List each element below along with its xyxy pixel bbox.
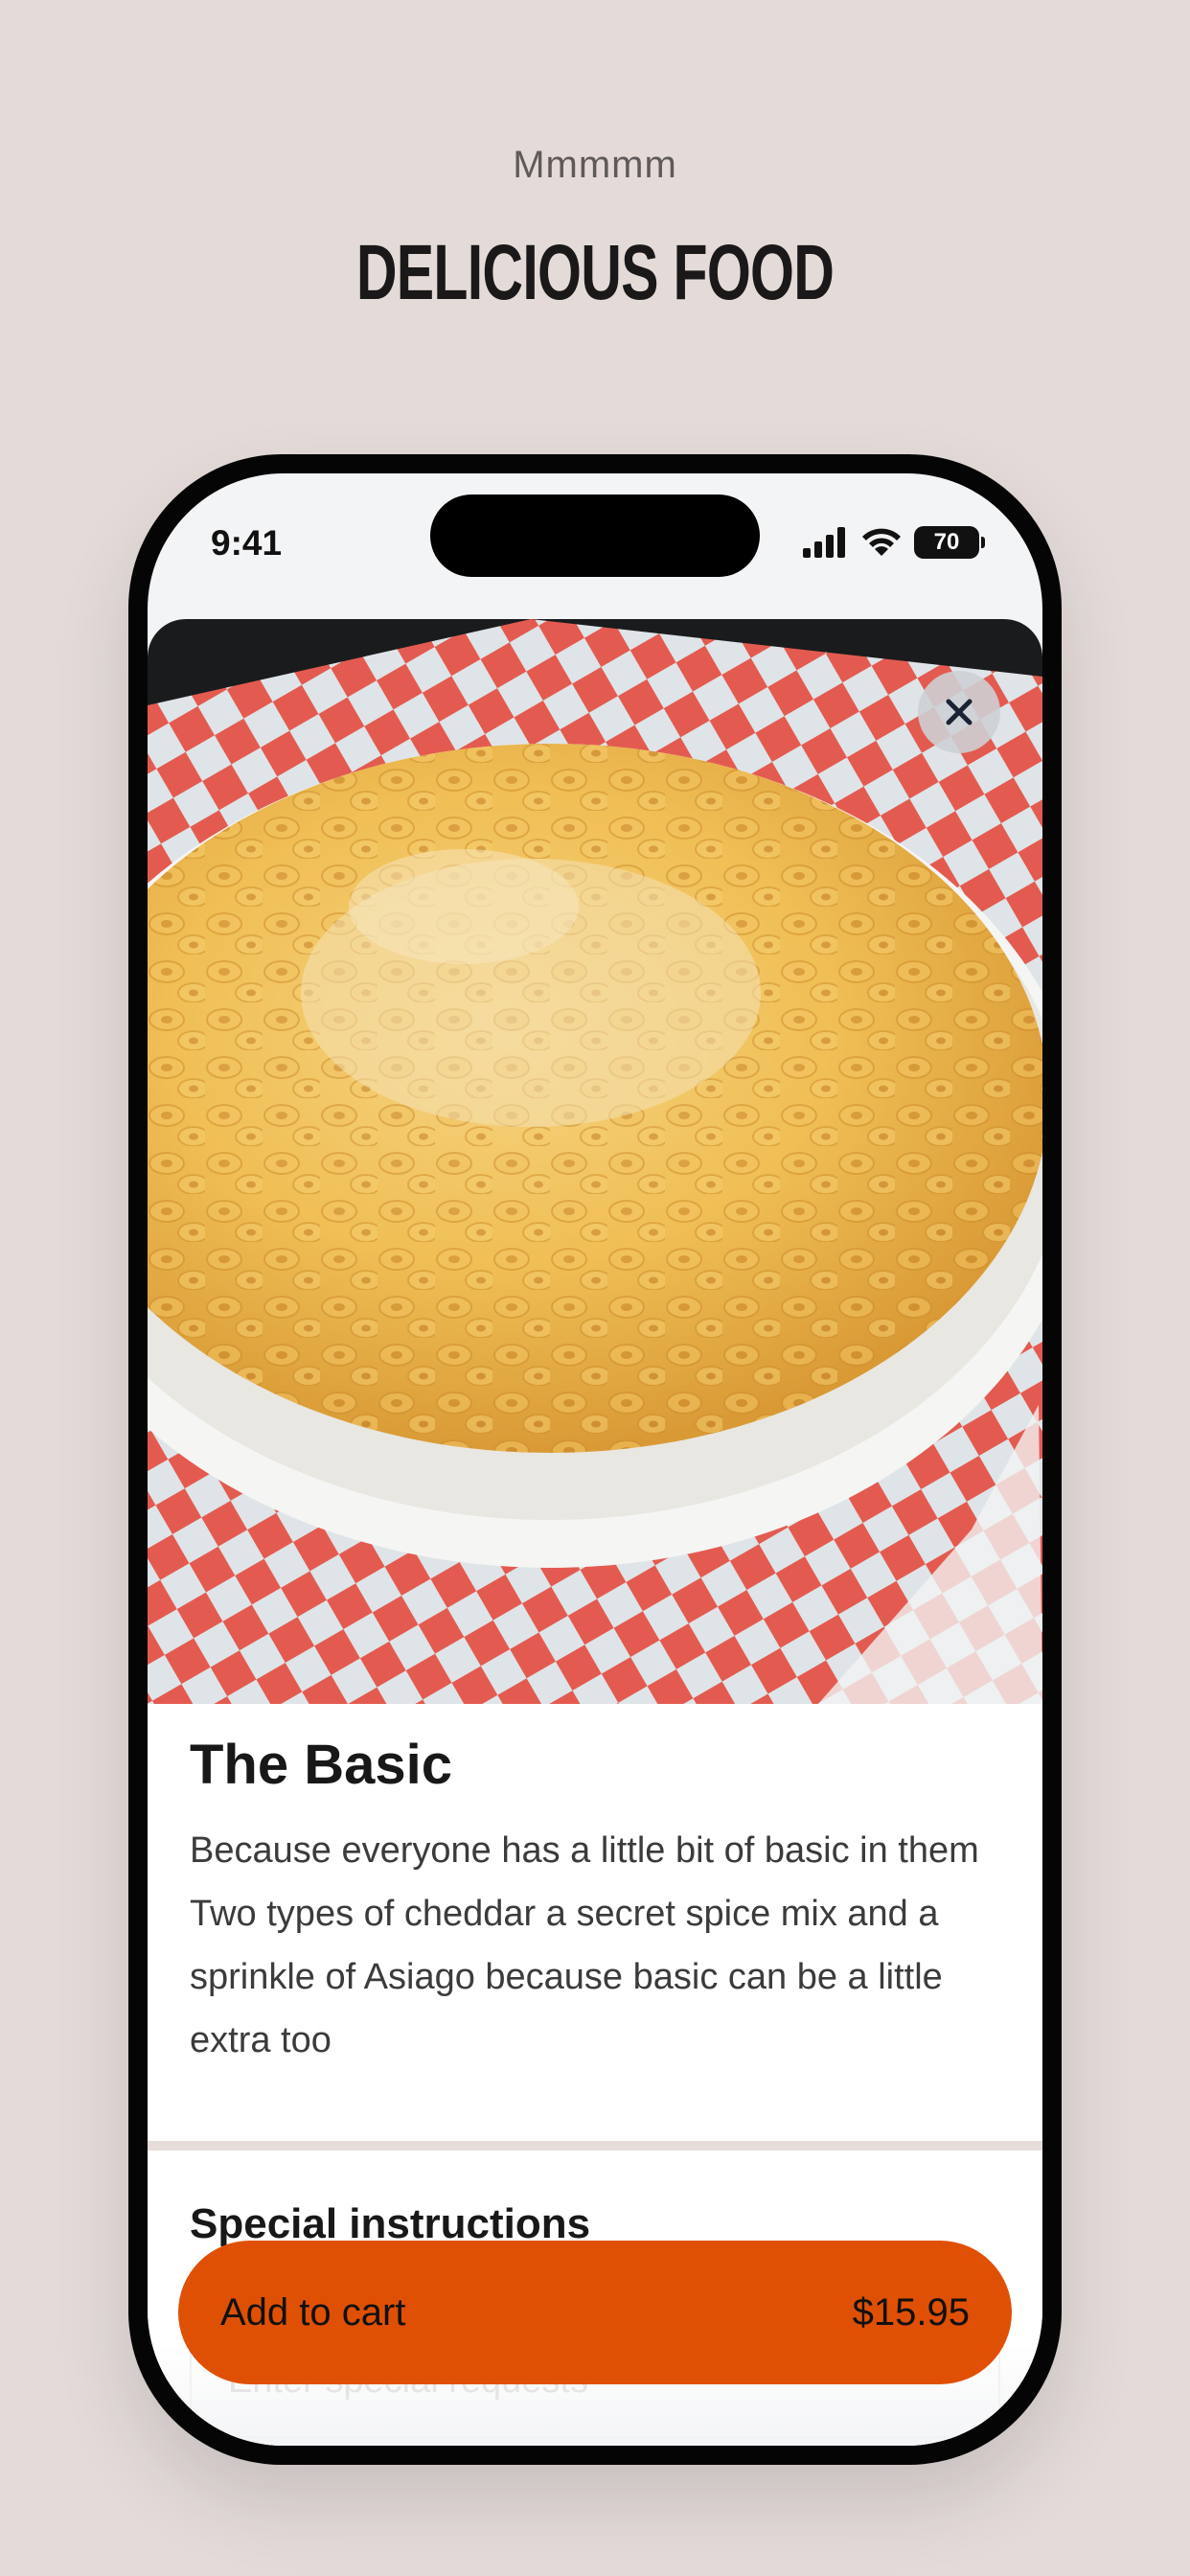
status-bar: 9:41 70	[148, 473, 1042, 598]
food-photo	[148, 619, 1042, 1704]
status-time: 9:41	[211, 523, 283, 563]
add-to-cart-label: Add to cart	[220, 2290, 406, 2334]
item-title: The Basic	[190, 1734, 452, 1796]
close-icon	[946, 699, 973, 725]
phone-frame: 9:41 70 The Basic Because everyone has a…	[128, 454, 1062, 2465]
section-divider	[148, 2141, 1042, 2150]
dynamic-island	[430, 494, 760, 577]
item-detail-sheet: The Basic Because everyone has a little …	[148, 619, 1042, 2446]
wifi-icon	[862, 528, 901, 556]
item-description: Because everyone has a little bit of bas…	[190, 1830, 979, 2060]
status-icons: 70	[803, 523, 985, 562]
add-to-cart-price: $15.95	[852, 2290, 970, 2334]
cellular-signal-icon	[803, 527, 845, 558]
close-button[interactable]	[918, 671, 1000, 753]
battery-icon: 70	[914, 526, 985, 559]
hero-kicker: Mmmmm	[513, 144, 677, 186]
add-to-cart-button[interactable]: Add to cart $15.95	[178, 2241, 1012, 2384]
phone-screen: 9:41 70 The Basic Because everyone has a…	[148, 473, 1042, 2446]
hero-headline: DELICIOUS FOOD	[355, 229, 835, 316]
